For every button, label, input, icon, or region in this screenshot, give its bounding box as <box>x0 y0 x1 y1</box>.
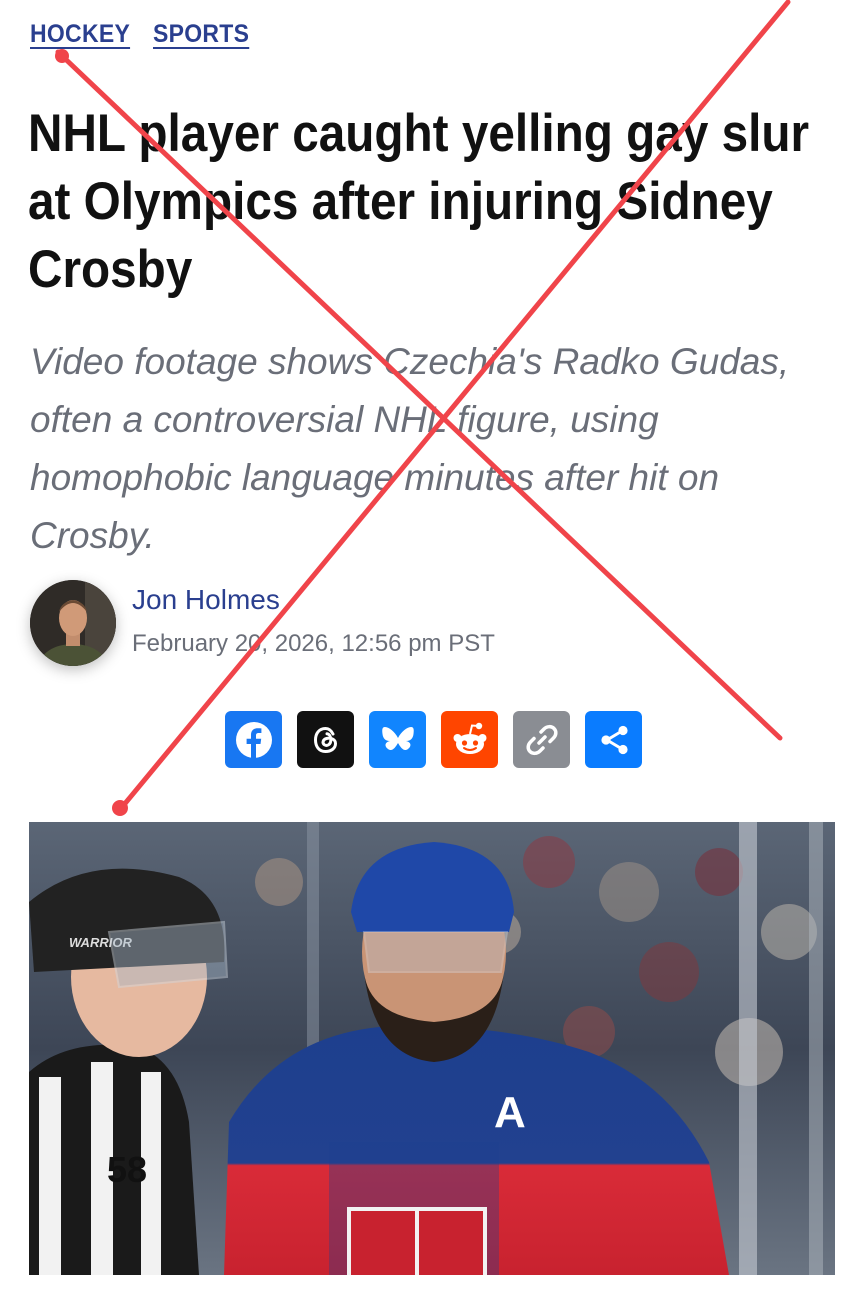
tag-sports[interactable]: SPORTS <box>153 20 249 49</box>
author-name[interactable]: Jon Holmes <box>132 584 280 616</box>
facebook-icon <box>235 721 272 758</box>
share-bar <box>225 711 642 768</box>
share-button[interactable] <box>585 711 642 768</box>
bluesky-share-button[interactable] <box>369 711 426 768</box>
article-photo[interactable]: 58 WARRIOR A <box>29 822 835 1275</box>
threads-icon <box>313 726 337 753</box>
share-icon <box>600 725 628 754</box>
threads-share-button[interactable] <box>297 711 354 768</box>
tag-hockey[interactable]: HOCKEY <box>30 20 130 49</box>
reddit-share-button[interactable] <box>441 711 498 768</box>
article-headline: NHL player caught yelling gay slur at Ol… <box>28 104 810 299</box>
category-tags: HOCKEY SPORTS <box>30 20 257 49</box>
copy-link-button[interactable] <box>513 711 570 768</box>
article-dek: Video footage shows Czechia's Radko Guda… <box>30 341 790 556</box>
bluesky-icon <box>381 726 414 750</box>
referee-number: 58 <box>107 1149 147 1190</box>
link-icon <box>525 724 558 755</box>
author-avatar[interactable] <box>30 580 116 666</box>
facebook-share-button[interactable] <box>225 711 282 768</box>
reddit-icon <box>453 722 486 754</box>
captain-letter: A <box>494 1088 526 1137</box>
publish-date: February 20, 2026, 12:56 pm PST <box>132 630 495 657</box>
